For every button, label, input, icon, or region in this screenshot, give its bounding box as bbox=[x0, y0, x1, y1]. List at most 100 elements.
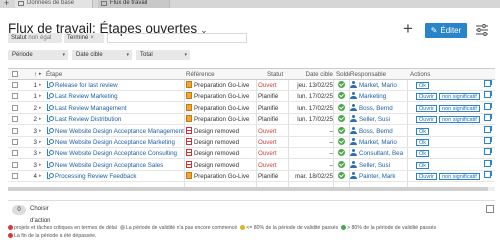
user-icon bbox=[350, 172, 357, 180]
column-header-solde[interactable]: Solde bbox=[336, 69, 350, 80]
column-header-responsable[interactable]: Responsable bbox=[350, 69, 412, 80]
tab-label: Flux de travail bbox=[110, 0, 148, 6]
reference-link[interactable]: Preparation Go-Live bbox=[186, 103, 264, 114]
scrollbar-thumb[interactable] bbox=[8, 187, 488, 191]
edit-button[interactable]: ✎ Éditer bbox=[425, 23, 467, 38]
non-significant-button[interactable]: non significatif bbox=[438, 93, 480, 101]
group-date-cible[interactable]: Date cible ▾ bbox=[72, 50, 132, 60]
open-icon[interactable] bbox=[484, 148, 494, 159]
open-icon[interactable] bbox=[484, 137, 494, 148]
step-link[interactable]: Last Review Management bbox=[46, 103, 184, 114]
filter-chip-statut[interactable]: Statut non égal bbox=[8, 33, 62, 43]
table-row[interactable]: 2 ▸ Last Review Distribution Preparation Go… bbox=[8, 114, 495, 126]
action-button[interactable]: Ouvrir bbox=[416, 173, 437, 181]
reference-link[interactable]: Preparation Go-Live bbox=[186, 91, 264, 102]
group-total[interactable]: Total ▾ bbox=[136, 50, 190, 60]
step-link[interactable]: New Website Design Acceptance Management bbox=[46, 126, 184, 137]
tab-donnees-de-base[interactable]: Données de base bbox=[15, 0, 93, 8]
sort-icon[interactable]: ↑ bbox=[27, 69, 37, 80]
table-row[interactable]: 3 ▸ New Website Design Acceptance Marketin… bbox=[8, 137, 495, 148]
new-tab-icon[interactable]: + bbox=[4, 0, 9, 8]
filter-field: Statut bbox=[11, 35, 27, 41]
reference-link[interactable]: Design removed bbox=[186, 137, 264, 148]
column-header-etape[interactable]: Étape bbox=[46, 69, 184, 80]
step-link[interactable]: New Website Design Acceptance Marketing bbox=[46, 137, 184, 148]
column-header-date-cible[interactable]: Date cible bbox=[289, 69, 333, 80]
step-link[interactable]: Release for last review bbox=[46, 80, 184, 91]
responsible-link[interactable]: Painter, Mark bbox=[350, 171, 412, 182]
row-checkbox[interactable] bbox=[12, 161, 18, 168]
open-icon[interactable] bbox=[484, 171, 494, 182]
action-button[interactable]: Ok bbox=[416, 139, 430, 146]
reference-link[interactable]: Design removed bbox=[186, 126, 264, 137]
responsible-link[interactable]: Marketing bbox=[350, 91, 412, 102]
action-button[interactable]: Ok bbox=[416, 150, 430, 158]
responsible-link[interactable]: Seller, Susi bbox=[350, 160, 412, 171]
reference-link[interactable]: Design removed bbox=[186, 160, 264, 171]
action-button[interactable]: Ok bbox=[416, 161, 430, 169]
table-row[interactable]: 3 ▸ New Website Design Acceptance Manageme… bbox=[8, 125, 495, 137]
document-icon bbox=[186, 115, 192, 123]
row-checkbox[interactable] bbox=[12, 82, 18, 88]
reference-link[interactable]: Preparation Go-Live bbox=[186, 80, 264, 91]
status-text: Ouvert bbox=[258, 127, 277, 135]
table-row[interactable]: 2 ▸ Last Review Management Preparation Go-L… bbox=[8, 102, 495, 114]
open-icon[interactable] bbox=[484, 114, 494, 125]
reference-link[interactable]: Preparation Go-Live bbox=[186, 114, 264, 125]
action-select[interactable]: Choisir d'action bbox=[30, 203, 60, 224]
add-icon[interactable]: + bbox=[403, 20, 413, 37]
column-header-actions[interactable]: Actions bbox=[410, 69, 480, 80]
pin-icon[interactable] bbox=[486, 205, 494, 213]
column-header-reference[interactable]: Référence bbox=[186, 69, 264, 80]
open-icon[interactable] bbox=[484, 159, 494, 171]
responsible-link[interactable]: Boss, Bernd bbox=[350, 103, 412, 114]
step-link[interactable]: Processing Review Feedback bbox=[46, 171, 184, 182]
table-row[interactable]: 3 ▸ New Website Design Acceptance Sales Des… bbox=[8, 159, 495, 171]
table-row[interactable]: 4 ▸ Processing Review Feedback Preparation … bbox=[8, 171, 495, 183]
tab-flux-de-travail[interactable]: Flux de travail bbox=[98, 0, 170, 8]
step-link[interactable]: Last Review Marketing bbox=[46, 91, 184, 102]
table-row[interactable]: 1 ▸ Last Review Marketing Preparation Go-Li… bbox=[8, 91, 495, 103]
non-significant-button[interactable]: non significatif bbox=[438, 116, 480, 124]
row-checkbox[interactable] bbox=[12, 104, 18, 111]
action-button[interactable]: Ok bbox=[416, 82, 430, 89]
table-row[interactable]: 1 ▸ Release for last review Preparation Go-… bbox=[8, 80, 495, 91]
reference-link[interactable]: Preparation Go-Live bbox=[186, 171, 264, 182]
filter-chip-termine[interactable]: Terminé × bbox=[64, 33, 104, 43]
row-checkbox[interactable] bbox=[12, 93, 18, 100]
action-button[interactable]: Ouvrir bbox=[416, 116, 437, 124]
row-checkbox[interactable] bbox=[12, 173, 18, 180]
select-all-checkbox[interactable] bbox=[12, 71, 18, 77]
step-link[interactable]: Last Review Distribution bbox=[46, 114, 184, 125]
expand-icon[interactable]: ▸ bbox=[39, 69, 45, 80]
legend-under-80: <= 80% de la période de validité passés bbox=[246, 225, 339, 231]
responsible-link[interactable]: Market, Mario bbox=[350, 137, 412, 148]
responsible-link[interactable]: Market, Mario bbox=[350, 80, 412, 91]
step-link[interactable]: New Website Design Acceptance Sales bbox=[46, 160, 184, 171]
non-significant-button[interactable]: non significatif bbox=[438, 173, 480, 181]
row-checkbox[interactable] bbox=[12, 139, 18, 145]
horizontal-scrollbar[interactable] bbox=[8, 187, 495, 191]
open-icon[interactable] bbox=[484, 80, 494, 91]
status-text: Ouvert bbox=[258, 139, 277, 146]
open-icon[interactable] bbox=[484, 91, 494, 102]
reference-link[interactable]: Design removed bbox=[186, 148, 264, 159]
close-icon[interactable]: × bbox=[90, 35, 94, 41]
table-row[interactable]: 3 ▸ New Website Design Acceptance Consulti… bbox=[8, 148, 495, 160]
group-periode[interactable]: Période ▾ bbox=[8, 50, 68, 60]
responsible-link[interactable]: Seller, Susi bbox=[350, 114, 412, 125]
row-checkbox[interactable] bbox=[12, 150, 18, 157]
non-significant-button[interactable]: non significatif bbox=[438, 104, 480, 112]
row-checkbox[interactable] bbox=[12, 116, 18, 123]
action-button[interactable]: Ouvrir bbox=[416, 93, 437, 101]
settings-sliders-icon[interactable] bbox=[475, 23, 489, 37]
action-button[interactable]: Ouvrir bbox=[416, 104, 437, 112]
responsible-link[interactable]: Boss, Bernd bbox=[350, 126, 412, 137]
responsible-link[interactable]: Consultant, Bea bbox=[350, 148, 412, 159]
filter-input[interactable] bbox=[107, 33, 247, 43]
step-link[interactable]: New Website Design Acceptance Consulting bbox=[46, 148, 184, 159]
open-icon[interactable] bbox=[484, 102, 494, 114]
action-button[interactable]: Ok bbox=[416, 127, 430, 135]
open-icon[interactable] bbox=[484, 125, 494, 137]
row-checkbox[interactable] bbox=[12, 127, 18, 134]
